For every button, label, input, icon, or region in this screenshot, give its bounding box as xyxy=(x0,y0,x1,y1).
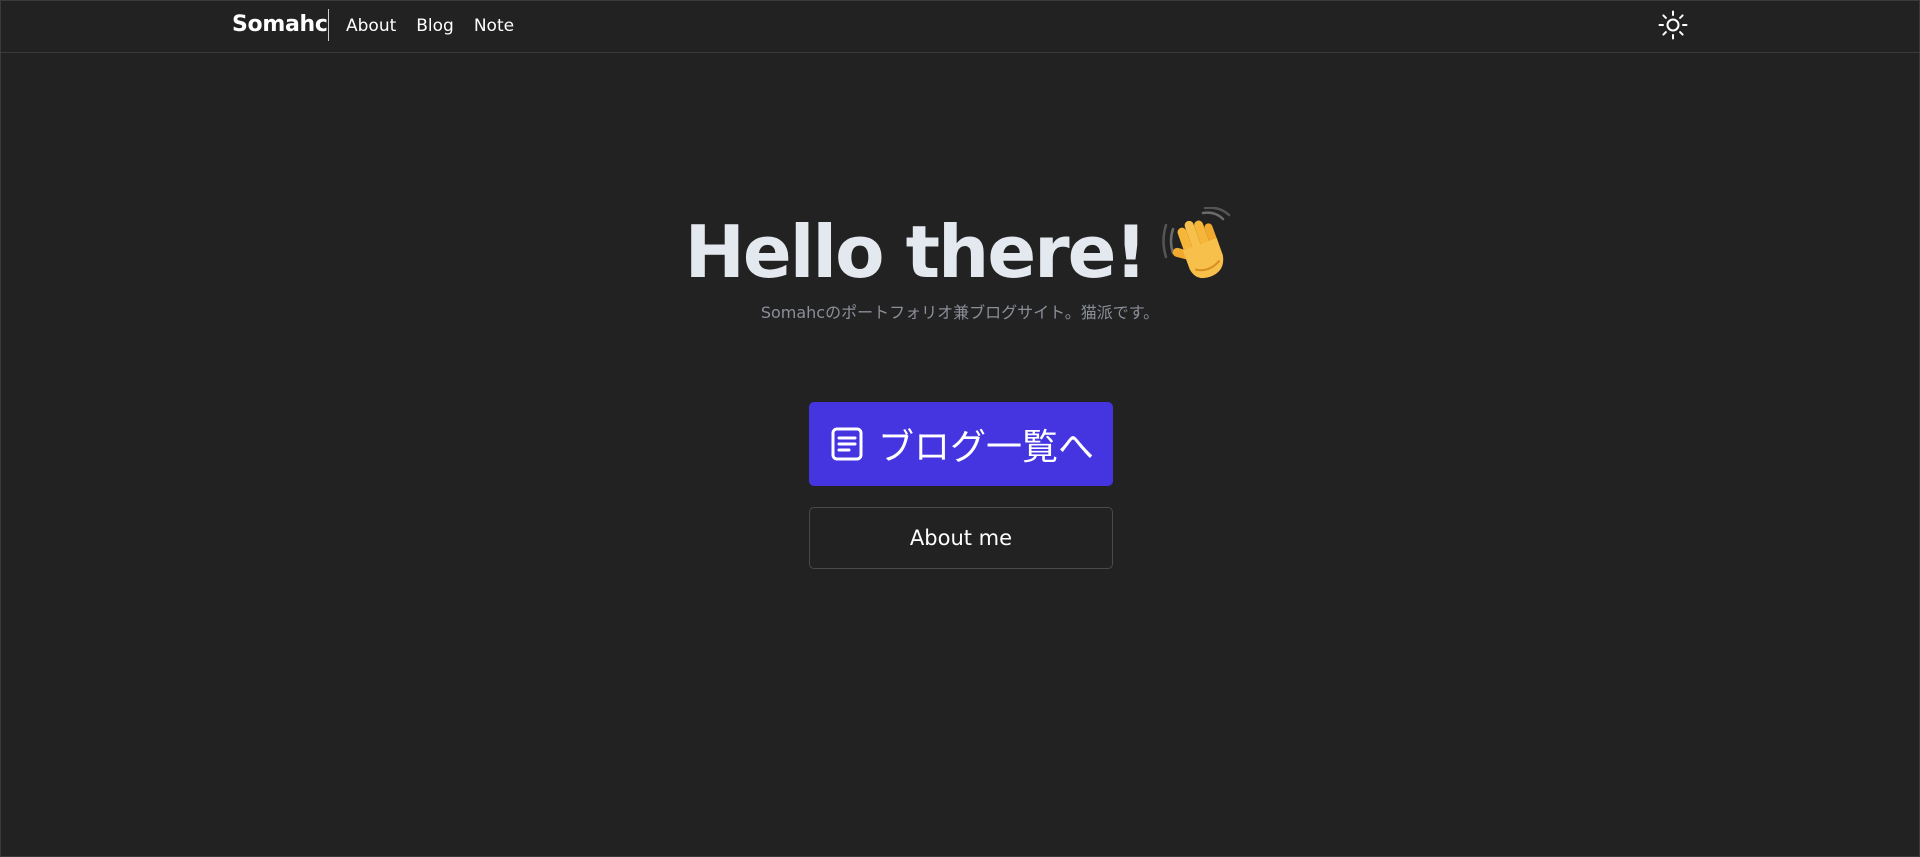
brand-divider xyxy=(328,9,329,41)
main-nav: About Blog Note xyxy=(346,16,514,36)
about-me-button[interactable]: About me xyxy=(809,507,1113,569)
page: Somahc About Blog Note Hello there! Soma… xyxy=(0,0,1920,857)
theme-toggle-button[interactable] xyxy=(1657,9,1689,41)
nav-link-note[interactable]: Note xyxy=(474,16,514,36)
nav-link-blog[interactable]: Blog xyxy=(416,16,454,36)
hero-subtitle: Somahcのポートフォリオ兼ブログサイト。猫派です。 xyxy=(760,303,1160,322)
document-icon xyxy=(831,427,863,461)
hero-title-text: Hello there! xyxy=(684,210,1148,294)
about-me-button-label: About me xyxy=(909,526,1013,550)
hero-title: Hello there! xyxy=(1,206,1919,304)
nav-link-about[interactable]: About xyxy=(346,16,396,36)
brand-logo-link[interactable]: Somahc xyxy=(232,12,328,37)
site-header: Somahc About Blog Note xyxy=(1,1,1919,53)
sun-icon xyxy=(1658,10,1688,40)
waving-hand-icon xyxy=(1159,206,1235,304)
blog-list-button[interactable]: ブログ一覧へ xyxy=(809,402,1113,486)
blog-list-button-label: ブログ一覧へ xyxy=(877,427,1094,468)
